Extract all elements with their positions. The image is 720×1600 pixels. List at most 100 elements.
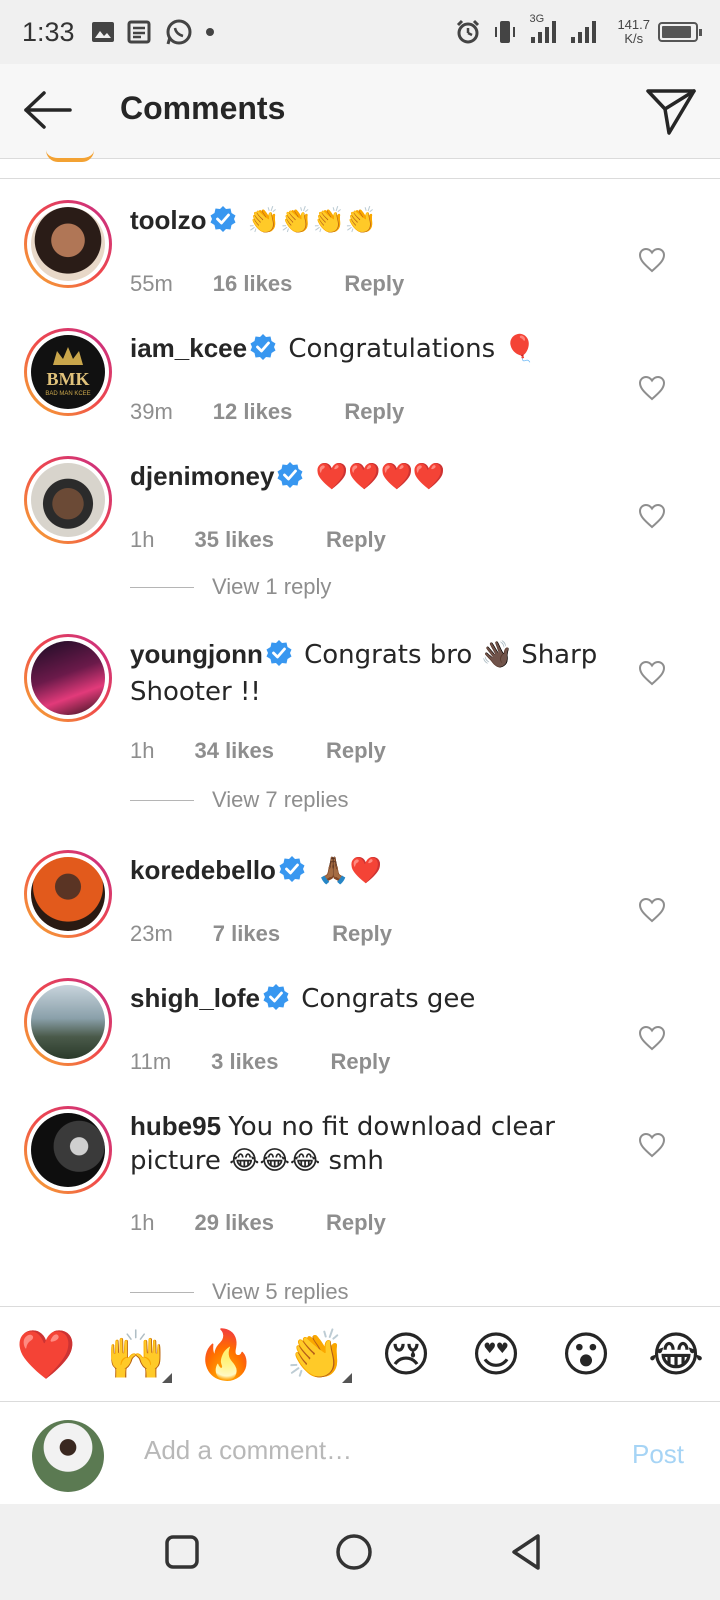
verified-badge-icon	[265, 639, 293, 675]
back-button[interactable]	[22, 88, 74, 132]
comment-text: Congrats gee	[301, 984, 476, 1014]
reply-button[interactable]: Reply	[330, 1049, 390, 1075]
comment-username[interactable]: hube95	[130, 1111, 221, 1141]
emoji-clap-button[interactable]: 👏	[284, 1323, 352, 1387]
comment-time: 11m	[130, 1049, 172, 1074]
reply-button[interactable]: Reply	[326, 1210, 386, 1236]
comment-body: toolzo 👏👏👏👏	[130, 204, 600, 241]
like-button[interactable]	[638, 375, 666, 401]
comment-username[interactable]: koredebello	[130, 855, 276, 885]
likes-count[interactable]: 12 likes	[213, 399, 293, 425]
avatar[interactable]	[24, 634, 112, 722]
like-button[interactable]	[638, 897, 666, 923]
emoji-surprised-button[interactable]: 😮	[554, 1323, 618, 1387]
comment-body: iam_kcee Congratulations 🎈	[130, 332, 600, 369]
previous-avatar-edge	[46, 150, 94, 162]
comment-text: ❤️❤️❤️❤️	[315, 462, 446, 492]
emoji-glyph: 🙌	[106, 1327, 166, 1383]
comment-meta: 11m 3 likes Reply	[130, 1049, 390, 1075]
arrow-left-icon	[24, 91, 72, 129]
comment-time: 23m	[130, 921, 173, 946]
likes-count[interactable]: 34 likes	[194, 738, 274, 764]
like-button[interactable]	[638, 660, 666, 686]
vibrate-icon	[493, 19, 517, 45]
comment-meta: 39m 12 likes Reply	[130, 399, 404, 425]
comment-username[interactable]: shigh_lofe	[130, 983, 260, 1013]
avatar[interactable]	[24, 200, 112, 288]
avatar[interactable]	[24, 456, 112, 544]
heart-icon	[638, 375, 666, 401]
comment-meta: 1h 35 likes Reply	[130, 527, 386, 553]
news-icon	[127, 20, 153, 44]
divider	[130, 1291, 194, 1293]
signal-icon	[569, 19, 597, 45]
svg-text:BAD MAN KCEE: BAD MAN KCEE	[45, 391, 90, 397]
like-button[interactable]	[638, 1025, 666, 1051]
reply-button[interactable]: Reply	[332, 921, 392, 947]
avatar[interactable]	[24, 850, 112, 938]
comments-list[interactable]: toolzo 👏👏👏👏 55m 16 likes Reply BMK BAD MA…	[0, 180, 720, 1305]
likes-count[interactable]: 29 likes	[194, 1210, 274, 1236]
divider	[0, 178, 720, 179]
avatar[interactable]	[24, 1106, 112, 1194]
likes-count[interactable]: 35 likes	[194, 527, 274, 553]
quick-emoji-bar: ❤️ 🙌 🔥 👏 😢 😍 😮 😂	[0, 1306, 720, 1402]
status-bar: 1:33 3G 141.7 K/s	[0, 0, 720, 64]
comment-item: BMK BAD MAN KCEE iam_kcee Congratulations…	[0, 328, 720, 438]
view-replies-label: View 7 replies	[212, 787, 349, 812]
paper-plane-icon	[646, 89, 696, 135]
emoji-fire-button[interactable]: 🔥	[194, 1323, 258, 1387]
comment-item: toolzo 👏👏👏👏 55m 16 likes Reply	[0, 200, 720, 310]
comment-time: 1h	[130, 527, 155, 552]
comment-username[interactable]: djenimoney	[130, 461, 274, 491]
like-button[interactable]	[638, 503, 666, 529]
svg-text:BMK: BMK	[47, 369, 90, 389]
comment-time: 55m	[130, 271, 173, 296]
reply-button[interactable]: Reply	[326, 738, 386, 764]
system-nav-bar	[0, 1504, 720, 1600]
comment-composer: Post	[0, 1403, 720, 1503]
like-button[interactable]	[638, 247, 666, 273]
view-replies-button[interactable]: View 7 replies	[130, 785, 349, 815]
verified-badge-icon	[209, 205, 237, 241]
likes-count[interactable]: 16 likes	[213, 271, 293, 297]
heart-icon	[638, 1025, 666, 1051]
emoji-laughing-button[interactable]: 😂	[644, 1323, 708, 1387]
view-replies-button[interactable]: View 5 replies	[130, 1277, 349, 1305]
likes-count[interactable]: 3 likes	[211, 1049, 278, 1075]
comment-username[interactable]: toolzo	[130, 205, 207, 235]
verified-badge-icon	[276, 461, 304, 497]
post-button[interactable]: Post	[632, 1439, 684, 1470]
view-replies-button[interactable]: View 1 reply	[130, 572, 331, 602]
likes-count[interactable]: 7 likes	[213, 921, 280, 947]
recent-apps-button[interactable]	[162, 1532, 202, 1572]
reply-button[interactable]: Reply	[344, 399, 404, 425]
heart-icon	[638, 660, 666, 686]
network-type: 3G	[529, 13, 545, 25]
whatsapp-icon	[165, 18, 193, 46]
comment-meta: 23m 7 likes Reply	[130, 921, 392, 947]
like-button[interactable]	[638, 1132, 666, 1158]
share-button[interactable]	[645, 86, 697, 136]
comment-username[interactable]: iam_kcee	[130, 333, 247, 363]
comment-username[interactable]: youngjonn	[130, 639, 263, 669]
verified-badge-icon	[249, 333, 277, 369]
home-button[interactable]	[334, 1532, 374, 1572]
back-nav-button[interactable]	[508, 1532, 548, 1572]
speed-value: 141.7	[617, 17, 650, 32]
page-title: Comments	[120, 90, 286, 126]
avatar[interactable]	[24, 978, 112, 1066]
reply-button[interactable]: Reply	[326, 527, 386, 553]
skin-tone-indicator	[162, 1373, 172, 1383]
emoji-crying-button[interactable]: 😢	[374, 1323, 438, 1387]
emoji-heart-eyes-button[interactable]: 😍	[464, 1323, 528, 1387]
reply-button[interactable]: Reply	[344, 271, 404, 297]
comment-body: youngjonn Congrats bro 👋🏿 Sharp Shooter …	[130, 638, 600, 709]
comment-input[interactable]	[144, 1435, 584, 1466]
comment-item: shigh_lofe Congrats gee 11m 3 likes Repl…	[0, 978, 720, 1088]
emoji-raised-hands-button[interactable]: 🙌	[104, 1323, 172, 1387]
emoji-heart-button[interactable]: ❤️	[14, 1323, 78, 1387]
avatar[interactable]: BMK BAD MAN KCEE	[24, 328, 112, 416]
comment-time: 1h	[130, 1210, 155, 1235]
comment-item: youngjonn Congrats bro 👋🏿 Sharp Shooter …	[0, 634, 720, 834]
